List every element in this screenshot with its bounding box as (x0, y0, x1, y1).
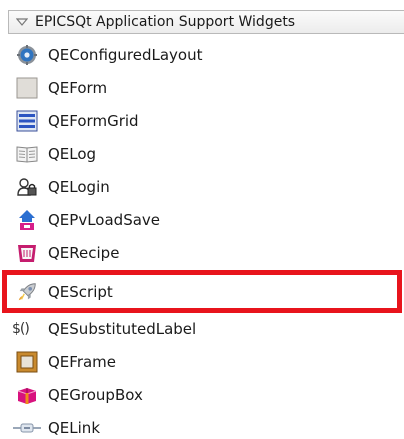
widget-label: QEScript (48, 282, 113, 301)
widget-label: QESubstitutedLabel (48, 319, 197, 338)
login-lock-icon (16, 176, 38, 198)
widget-label: QERecipe (48, 243, 120, 262)
recipe-icon (16, 242, 38, 264)
widget-label: QEFrame (48, 352, 117, 371)
widget-item-qerecipe[interactable]: QERecipe (0, 236, 404, 269)
widget-item-qeformgrid[interactable]: QEFormGrid (0, 104, 404, 137)
widget-item-qegroupbox[interactable]: QEGroupBox (0, 378, 404, 411)
widget-box-panel: EPICSQt Application Support Widgets QECo… (0, 0, 404, 439)
rocket-script-icon (16, 281, 38, 303)
widget-item-qescript[interactable]: QEScript (0, 275, 404, 308)
form-grid-icon (16, 110, 38, 132)
widget-item-qeframe[interactable]: QEFrame (0, 345, 404, 378)
widget-label: QELink (48, 418, 101, 437)
widget-label: QEGroupBox (48, 385, 143, 404)
widget-label: QEPvLoadSave (48, 210, 161, 229)
widget-label: QELog (48, 144, 97, 163)
widget-item-qelog[interactable]: QELog (0, 137, 404, 170)
frame-icon (16, 351, 38, 373)
widget-label: QELogin (48, 177, 110, 196)
category-title: EPICSQt Application Support Widgets (35, 14, 296, 30)
widget-label: QEConfiguredLayout (48, 45, 203, 64)
pv-load-save-icon (16, 209, 38, 231)
substituted-label-icon: $() (12, 318, 42, 340)
link-icon (12, 417, 42, 439)
category-header[interactable]: EPICSQt Application Support Widgets (8, 10, 404, 34)
widget-item-qesubstitutedlabel[interactable]: $() QESubstitutedLabel (0, 312, 404, 345)
widget-item-qeform[interactable]: QEForm (0, 71, 404, 104)
form-icon (16, 77, 38, 99)
expand-toggle[interactable] (9, 11, 35, 33)
chevron-down-icon (16, 18, 28, 26)
widget-item-qepvloadsave[interactable]: QEPvLoadSave (0, 203, 404, 236)
configured-layout-icon (16, 44, 38, 66)
log-book-icon (16, 143, 38, 165)
substituted-label-icon-text: $() (12, 320, 30, 337)
widget-item-qelogin[interactable]: QELogin (0, 170, 404, 203)
widget-item-qelink[interactable]: QELink (0, 411, 404, 439)
widget-label: QEFormGrid (48, 111, 139, 130)
widget-label: QEForm (48, 78, 108, 97)
widget-item-qeconfiguredlayout[interactable]: QEConfiguredLayout (0, 38, 404, 71)
group-box-icon (16, 384, 38, 406)
